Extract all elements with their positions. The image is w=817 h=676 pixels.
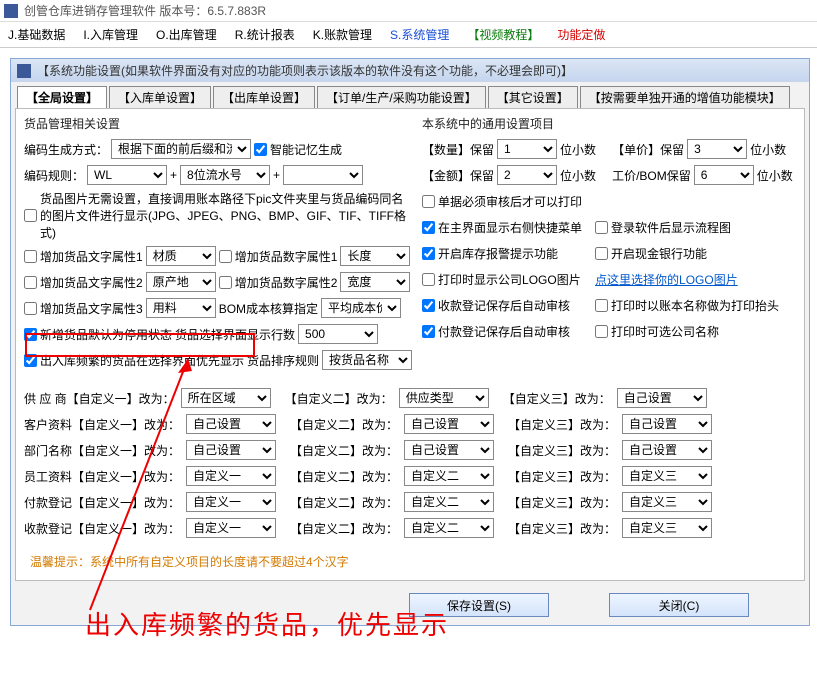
custom-3-v2[interactable]: 自定义二 (404, 466, 494, 486)
custom-row-5: 收款登记【自定义一】改为：自定义一【自定义二】改为：自定义二【自定义三】改为：自… (24, 517, 796, 539)
custom-row-4: 付款登记【自定义一】改为：自定义一【自定义二】改为：自定义二【自定义三】改为：自… (24, 491, 796, 513)
custom-1-v1[interactable]: 自己设置 (186, 414, 276, 434)
close-button[interactable]: 关闭(C) (609, 593, 749, 617)
open-bank-checkbox[interactable]: 开启现金银行功能 (595, 245, 707, 262)
custom-3-v1[interactable]: 自定义一 (186, 466, 276, 486)
tab-out[interactable]: 【出库单设置】 (213, 86, 315, 108)
pay-audit-checkbox[interactable]: 付款登记保存后自动审核 (422, 323, 592, 340)
audit-before-print-checkbox[interactable]: 单据必须审核后才可以打印 (422, 193, 582, 210)
custom-2-v3[interactable]: 自己设置 (622, 440, 712, 460)
pic-noneed-checkbox[interactable]: 货品图片无需设置，直接调用账本路径下pic文件夹里与货品编码同名的图片文件进行显… (24, 190, 412, 241)
sort-label: 货品排序规则 (247, 352, 319, 369)
menu-account[interactable]: K.账款管理 (313, 26, 372, 43)
window-title: 创管仓库进销存管理软件 版本号：6.5.7.883R (24, 2, 266, 19)
num-attr1-checkbox[interactable]: 增加货品数字属性1 (219, 248, 338, 265)
left-column: 货品管理相关设置 编码生成方式： 根据下面的前后缀和流水号生成编码 智能记忆生成… (24, 115, 412, 375)
tab-in[interactable]: 【入库单设置】 (109, 86, 211, 108)
print-book-checkbox[interactable]: 打印时以账本名称做为打印抬头 (595, 297, 779, 314)
dialog-titlebar: 【系统功能设置(如果软件界面没有对应的功能项则表示该版本的软件没有这个功能，不必… (11, 59, 809, 82)
print-logo-checkbox[interactable]: 打印时显示公司LOGO图片 (422, 271, 592, 288)
num-attr2-select[interactable]: 宽度 (340, 272, 410, 292)
main-menubar: J.基础数据 I.入库管理 O.出库管理 R.统计报表 K.账款管理 S.系统管… (0, 22, 817, 48)
rows-select[interactable]: 500 (298, 324, 378, 344)
custom-row-1: 客户资料【自定义一】改为：自己设置【自定义二】改为：自己设置【自定义三】改为：自… (24, 413, 796, 435)
settings-dialog: 【系统功能设置(如果软件界面没有对应的功能项则表示该版本的软件没有这个功能，不必… (10, 58, 810, 626)
txt-attr3-select[interactable]: 用料 (146, 298, 216, 318)
custom-fields-grid: 供 应 商【自定义一】改为：所在区域【自定义二】改为：供应类型【自定义三】改为：… (24, 387, 796, 539)
show-quick-checkbox[interactable]: 在主界面显示右侧快捷菜单 (422, 219, 592, 236)
custom-1-v2[interactable]: 自己设置 (404, 414, 494, 434)
custom-4-v2[interactable]: 自定义二 (404, 492, 494, 512)
custom-1-v3[interactable]: 自己设置 (622, 414, 712, 434)
dialog-title: 【系统功能设置(如果软件界面没有对应的功能项则表示该版本的软件没有这个功能，不必… (37, 62, 573, 79)
open-report-checkbox[interactable]: 开启库存报警提示功能 (422, 245, 592, 262)
bom-select[interactable]: 平均成本价 (321, 298, 401, 318)
menu-in[interactable]: I.入库管理 (83, 26, 138, 43)
custom-5-v2[interactable]: 自定义二 (404, 518, 494, 538)
freq-first-checkbox[interactable]: 出入库频繁的货品在选择界面优先显示 (24, 352, 244, 369)
custom-0-v3[interactable]: 自己设置 (617, 388, 707, 408)
txt-attr3-checkbox[interactable]: 增加货品文字属性3 (24, 300, 143, 317)
custom-row-3: 员工资料【自定义一】改为：自定义一【自定义二】改为：自定义二【自定义三】改为：自… (24, 465, 796, 487)
tab-other[interactable]: 【其它设置】 (488, 86, 578, 108)
qty-decimal-select[interactable]: 1 (497, 139, 557, 159)
app-icon (4, 4, 18, 18)
tab-addon[interactable]: 【按需要单独开通的增值功能模块】 (580, 86, 790, 108)
custom-0-v1[interactable]: 所在区域 (181, 388, 271, 408)
tab-bar: 【全局设置】 【入库单设置】 【出库单设置】 【订单/生产/采购功能设置】 【其… (11, 82, 809, 108)
num-attr2-checkbox[interactable]: 增加货品数字属性2 (219, 274, 338, 291)
encode-rule-suffix[interactable] (283, 165, 363, 185)
settings-panel: 货品管理相关设置 编码生成方式： 根据下面的前后缀和流水号生成编码 智能记忆生成… (15, 108, 805, 581)
bom-decimal-select[interactable]: 6 (694, 165, 754, 185)
menu-system[interactable]: S.系统管理 (390, 26, 449, 43)
menu-tutorial[interactable]: 【视频教程】 (467, 26, 539, 43)
recv-audit-checkbox[interactable]: 收款登记保存后自动审核 (422, 297, 592, 314)
txt-attr1-checkbox[interactable]: 增加货品文字属性1 (24, 248, 143, 265)
custom-4-v1[interactable]: 自定义一 (186, 492, 276, 512)
encode-rule-mid[interactable]: 8位流水号 (180, 165, 270, 185)
custom-row-0: 供 应 商【自定义一】改为：所在区域【自定义二】改为：供应类型【自定义三】改为：… (24, 387, 796, 409)
encode-rule-prefix[interactable]: WL (87, 165, 167, 185)
print-company-checkbox[interactable]: 打印时可选公司名称 (595, 323, 719, 340)
custom-5-v3[interactable]: 自定义三 (622, 518, 712, 538)
sort-select[interactable]: 按货品名称 (322, 350, 412, 370)
right-column: 本系统中的通用设置项目 【数量】保留 1 位小数 【单价】保留 3 位小数 【金… (422, 115, 796, 375)
custom-4-v3[interactable]: 自定义三 (622, 492, 712, 512)
login-flow-checkbox[interactable]: 登录软件后显示流程图 (595, 219, 731, 236)
main-titlebar: 创管仓库进销存管理软件 版本号：6.5.7.883R (0, 0, 817, 22)
custom-5-v1[interactable]: 自定义一 (186, 518, 276, 538)
left-section-title: 货品管理相关设置 (24, 115, 412, 132)
encode-method-label: 编码生成方式： (24, 141, 108, 158)
custom-2-v1[interactable]: 自己设置 (186, 440, 276, 460)
txt-attr1-select[interactable]: 材质 (146, 246, 216, 266)
menu-out[interactable]: O.出库管理 (156, 26, 217, 43)
custom-row-2: 部门名称【自定义一】改为：自己设置【自定义二】改为：自己设置【自定义三】改为：自… (24, 439, 796, 461)
rows-label: 货品选择界面显示行数 (175, 326, 295, 343)
dialog-icon (17, 64, 31, 78)
custom-3-v3[interactable]: 自定义三 (622, 466, 712, 486)
encode-method-select[interactable]: 根据下面的前后缀和流水号生成编码 (111, 139, 251, 159)
annotation-text: 出入库频繁的货品，优先显示 (85, 605, 449, 642)
custom-0-v2[interactable]: 供应类型 (399, 388, 489, 408)
menu-base[interactable]: J.基础数据 (8, 26, 65, 43)
tab-global[interactable]: 【全局设置】 (17, 86, 107, 108)
smart-memory-checkbox[interactable]: 智能记忆生成 (254, 141, 342, 158)
right-section-title: 本系统中的通用设置项目 (422, 115, 796, 132)
txt-attr2-select[interactable]: 原产地 (146, 272, 216, 292)
num-attr1-select[interactable]: 长度 (340, 246, 410, 266)
hint-text: 温馨提示：系统中所有自定义项目的长度请不要超过4个汉字 (30, 553, 796, 570)
menu-feature[interactable]: 功能定做 (557, 26, 605, 43)
menu-report[interactable]: R.统计报表 (235, 26, 295, 43)
price-decimal-select[interactable]: 3 (687, 139, 747, 159)
new-disable-checkbox[interactable]: 新增货品默认为停用状态 (24, 326, 172, 343)
logo-link[interactable]: 点这里选择你的LOGO图片 (595, 271, 738, 288)
amount-decimal-select[interactable]: 2 (497, 165, 557, 185)
custom-2-v2[interactable]: 自己设置 (404, 440, 494, 460)
txt-attr2-checkbox[interactable]: 增加货品文字属性2 (24, 274, 143, 291)
bom-label: BOM成本核算指定 (219, 300, 318, 317)
encode-rule-label: 编码规则： (24, 167, 84, 184)
tab-order[interactable]: 【订单/生产/采购功能设置】 (317, 86, 486, 108)
